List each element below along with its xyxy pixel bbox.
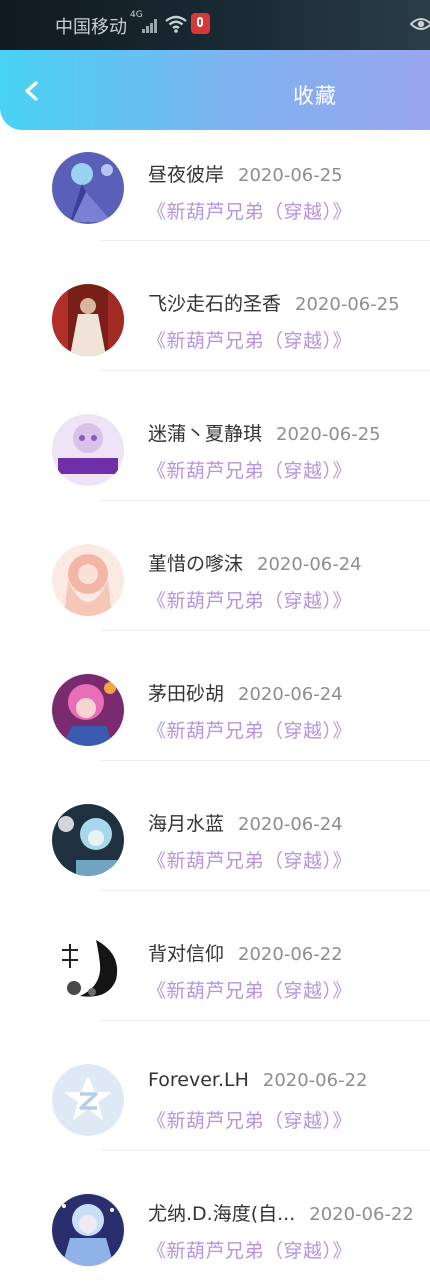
- favorite-date: 2020-06-25: [295, 294, 400, 315]
- user-name: 迷蒲丶夏静琪: [148, 423, 263, 445]
- avatar: [52, 284, 124, 356]
- book-title[interactable]: 《新葫芦兄弟（穿越）》: [147, 586, 352, 613]
- book-title[interactable]: 《新葫芦兄弟（穿越）》: [147, 456, 352, 483]
- favorite-date: 2020-06-22: [309, 1204, 414, 1225]
- favorite-date: 2020-06-25: [238, 165, 343, 186]
- avatar: [52, 544, 124, 616]
- favorites-list: 昼夜彼岸 2020-06-25 《新葫芦兄弟（穿越）》 飞沙走石的圣香 2020-0…: [0, 130, 430, 1281]
- star-z-icon: [52, 1064, 124, 1136]
- avatar: [52, 934, 124, 1006]
- book-title[interactable]: 《新葫芦兄弟（穿越）》: [147, 846, 352, 873]
- signal-icon: [142, 17, 160, 33]
- favorite-date: 2020-06-22: [262, 1070, 368, 1091]
- network-type: 4G: [130, 10, 143, 20]
- user-name: 背对信仰: [148, 943, 225, 965]
- list-item[interactable]: 堇惜の嗲沫 2020-06-24 《新葫芦兄弟（穿越）》: [0, 501, 430, 631]
- list-item[interactable]: 尤纳.D.海度(自... 2020-06-22 《新葫芦兄弟（穿越）》: [0, 1151, 430, 1281]
- user-name: 尤纳.D.海度(自...: [148, 1203, 296, 1225]
- list-item[interactable]: Forever.LH 2020-06-22 《新葫芦兄弟（穿越）》: [0, 1021, 430, 1151]
- list-item[interactable]: 迷蒲丶夏静琪 2020-06-25 《新葫芦兄弟（穿越）》: [0, 371, 430, 501]
- avatar: [52, 414, 124, 486]
- status-bar: 中国移动 4G: [0, 0, 430, 50]
- carrier-label: 中国移动: [55, 17, 127, 38]
- favorite-date: 2020-06-24: [238, 684, 343, 705]
- book-title[interactable]: 《新葫芦兄弟（穿越）》: [147, 976, 352, 1003]
- book-title[interactable]: 《新葫芦兄弟（穿越）》: [147, 1236, 352, 1263]
- book-title[interactable]: 《新葫芦兄弟（穿越）》: [147, 1106, 352, 1133]
- user-name: 昼夜彼岸: [148, 164, 225, 186]
- avatar: [52, 804, 124, 876]
- list-item[interactable]: 海月水蓝 2020-06-24 《新葫芦兄弟（穿越）》: [0, 761, 430, 891]
- wifi-icon: [165, 15, 187, 33]
- list-item[interactable]: 茅田砂胡 2020-06-24 《新葫芦兄弟（穿越）》: [0, 631, 430, 761]
- avatar: [52, 1194, 124, 1266]
- favorite-date: 2020-06-25: [276, 424, 381, 445]
- app-header: 收藏: [0, 50, 430, 130]
- favorite-date: 2020-06-24: [257, 554, 362, 575]
- user-name: 飞沙走石的圣香: [148, 293, 282, 315]
- avatar: [52, 152, 124, 224]
- eye-icon: [410, 18, 430, 30]
- list-item[interactable]: 飞沙走石的圣香 2020-06-25 《新葫芦兄弟（穿越）》: [0, 241, 430, 371]
- user-name: 海月水蓝: [148, 813, 225, 835]
- list-item[interactable]: 昼夜彼岸 2020-06-25 《新葫芦兄弟（穿越）》: [0, 130, 430, 241]
- book-title[interactable]: 《新葫芦兄弟（穿越）》: [147, 716, 352, 743]
- list-item[interactable]: 背对信仰 2020-06-22 《新葫芦兄弟（穿越）》: [0, 891, 430, 1021]
- microphone-icon: [191, 13, 210, 34]
- user-name: 茅田砂胡: [148, 683, 225, 705]
- favorite-date: 2020-06-24: [238, 814, 343, 835]
- user-name: Forever.LH: [148, 1069, 249, 1091]
- page-title: 收藏: [293, 84, 337, 108]
- user-name: 堇惜の嗲沫: [148, 553, 244, 575]
- favorite-date: 2020-06-22: [238, 944, 343, 965]
- book-title[interactable]: 《新葫芦兄弟（穿越）》: [147, 326, 352, 353]
- book-title[interactable]: 《新葫芦兄弟（穿越）》: [147, 197, 352, 224]
- avatar: [52, 674, 124, 746]
